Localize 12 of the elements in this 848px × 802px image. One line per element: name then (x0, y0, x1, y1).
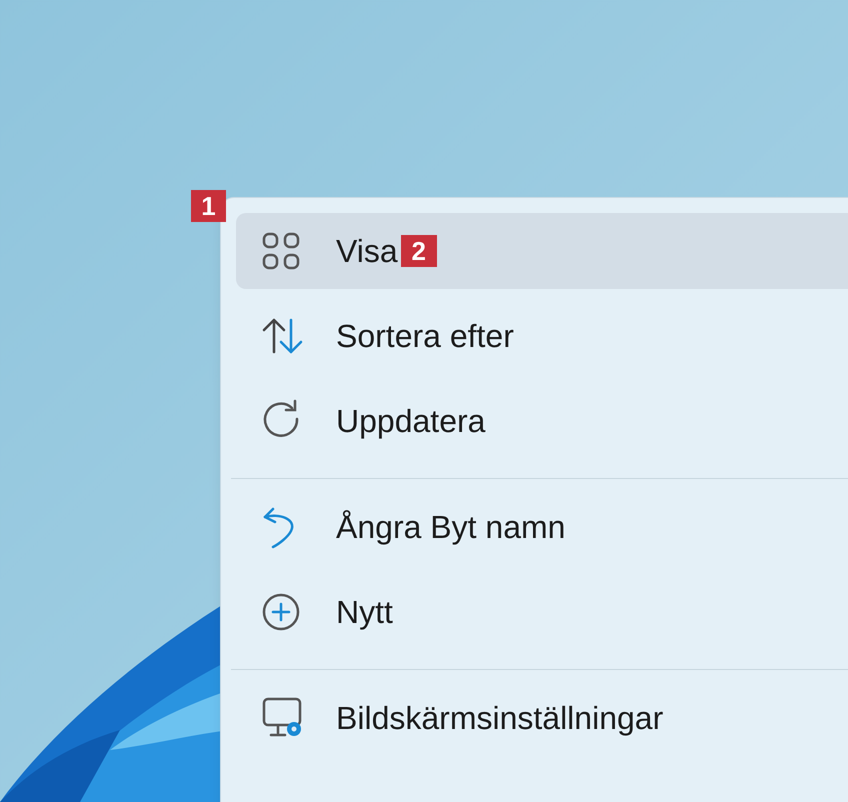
sort-arrows-icon (261, 316, 305, 356)
menu-item[interactable]: Visa 2 (236, 213, 848, 289)
menu-item-label: Ångra Byt namn (336, 508, 566, 547)
menu-item-label: Sortera efter (336, 317, 514, 356)
menu-item-label: Nytt (336, 593, 393, 632)
marker-badge: 2 (400, 235, 437, 267)
add-circle-icon (261, 592, 301, 632)
menu-item-label: Bildskärmsinställningar (336, 699, 664, 738)
menu-item-label: Uppdatera (336, 402, 486, 441)
grid-icon (261, 231, 301, 271)
menu-item-label: Visa (336, 232, 398, 271)
marker-badge: 1 (191, 190, 226, 222)
